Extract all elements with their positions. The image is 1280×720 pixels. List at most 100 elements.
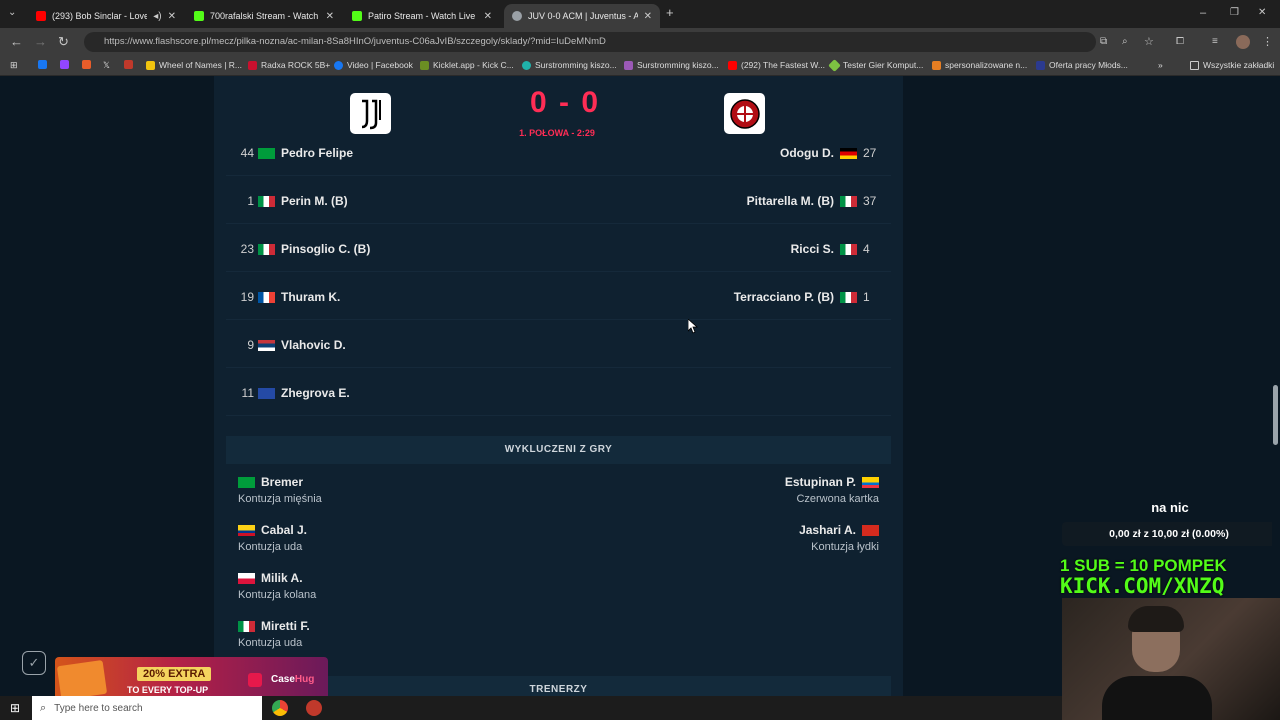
bookmark-5[interactable]: Surstromming kiszo... xyxy=(522,60,617,70)
player-number: 1 xyxy=(247,194,254,208)
home-player-row[interactable]: 9 Vlahovic D. xyxy=(238,338,345,352)
home-player-row[interactable]: 11 Zhegrova E. xyxy=(238,386,350,400)
chrome-icon[interactable] xyxy=(272,700,288,716)
flag-co-icon xyxy=(238,524,255,536)
close-icon[interactable]: ✕ xyxy=(326,11,334,22)
bookmark-2[interactable]: Radxa ROCK 5B+ xyxy=(248,60,330,70)
bookmark-label: spersonalizowane n... xyxy=(945,60,1028,70)
flag-fr-icon xyxy=(258,291,275,303)
home-player-row[interactable]: 44 Pedro Felipe xyxy=(238,146,353,160)
speaker-icon[interactable]: ◂) xyxy=(153,11,161,22)
tab-list-icon[interactable]: ⌄ xyxy=(8,6,16,20)
windows-start-icon[interactable]: ⊞ xyxy=(10,701,20,715)
bookmark-7[interactable]: (292) The Fastest W... xyxy=(728,60,825,70)
tab-active[interactable]: JUV 0-0 ACM | Juventus - AC M ✕ xyxy=(504,4,660,28)
minimize-icon[interactable]: – xyxy=(1200,6,1206,20)
bookmark-9[interactable]: spersonalizowane n... xyxy=(932,60,1027,70)
bookmark-8[interactable]: Tester Gier Komput... xyxy=(828,58,923,72)
excluded-away-player[interactable]: Estupinan P. Czerwona kartka xyxy=(785,475,879,505)
away-player-row[interactable]: Odogu D. 27 xyxy=(780,146,879,160)
avatar[interactable] xyxy=(1236,35,1250,49)
address-bar: ← → ↻ https://www.flashscore.pl/mecz/pil… xyxy=(0,28,1280,56)
forward-icon[interactable]: → xyxy=(34,35,47,49)
taskbar-search[interactable]: ⌕ Type here to search xyxy=(32,696,262,720)
bookmark-6[interactable]: Surstromming kiszo... xyxy=(624,60,719,70)
goal-title: na nic xyxy=(1151,500,1189,515)
injury-reason: Kontuzja łydki xyxy=(811,541,879,553)
player-name: Bremer xyxy=(261,475,304,489)
shield-check-icon[interactable]: ✓ xyxy=(22,651,46,675)
bookmark-label: Wszystkie zakładki xyxy=(1203,60,1275,70)
excluded-away-player[interactable]: Jashari A. Kontuzja łydki xyxy=(799,523,879,553)
facebook-bookmark[interactable] xyxy=(38,60,51,69)
close-icon[interactable]: ✕ xyxy=(644,11,652,22)
install-icon[interactable]: ⧉ xyxy=(1100,35,1107,49)
bookmark-label: Oferta pracy Młods... xyxy=(1049,60,1128,70)
home-player-row[interactable]: 1 Perin M. (B) xyxy=(238,194,347,208)
window-close-icon[interactable]: ✕ xyxy=(1258,6,1266,20)
apps-icon[interactable]: ⊞ xyxy=(10,60,18,71)
media-icon[interactable]: ≡ xyxy=(1212,35,1218,49)
home-player-row[interactable]: 23 Pinsoglio C. (B) xyxy=(238,242,371,256)
flag-pl-icon xyxy=(238,572,255,584)
zoom-icon[interactable]: ⌕ xyxy=(1122,35,1128,49)
extensions-icon[interactable]: ⧠ xyxy=(1176,35,1184,49)
player-name: Milik A. xyxy=(261,571,303,585)
kick-icon xyxy=(352,11,362,21)
excluded-name-line: Miretti F. xyxy=(238,619,310,633)
bookmark-label: (292) The Fastest W... xyxy=(741,60,825,70)
scrollbar-thumb[interactable] xyxy=(1273,385,1278,445)
excluded-home-player[interactable]: Milik A. Kontuzja kolana xyxy=(238,571,316,601)
x-bookmark[interactable]: 𝕏 xyxy=(103,60,110,71)
folder-icon xyxy=(1190,60,1199,70)
bookmark-4[interactable]: Kicklet.app - Kick C... xyxy=(420,60,514,70)
bookmark-icon-5[interactable] xyxy=(124,60,137,69)
menu-icon[interactable]: ⋮ xyxy=(1262,35,1273,49)
away-player-row[interactable]: Ricci S. 4 xyxy=(791,242,879,256)
player-number: 19 xyxy=(240,290,254,304)
bookmarks-folder[interactable]: Wszystkie zakładki xyxy=(1190,60,1274,70)
tab-1[interactable]: (293) Bob Sinclar - Love Ge ◂) ✕ xyxy=(28,4,184,28)
bookmark-label: Kicklet.app - Kick C... xyxy=(433,60,514,70)
restore-icon[interactable]: ❐ xyxy=(1230,6,1239,20)
flag-rs-icon xyxy=(258,339,275,351)
new-tab-icon[interactable]: + xyxy=(666,6,674,20)
player-number: 37 xyxy=(863,194,877,208)
x-icon: 𝕏 xyxy=(103,60,110,70)
player-name: Pittarella M. (B) xyxy=(746,194,834,208)
flag-xk-icon xyxy=(258,387,275,399)
player-number: 4 xyxy=(863,242,870,256)
tab-2[interactable]: 700rafalski Stream - Watch Live ✕ xyxy=(186,4,342,28)
player-number: 23 xyxy=(240,242,254,256)
away-player-row[interactable]: Pittarella M. (B) 37 xyxy=(747,194,879,208)
excluded-home-player[interactable]: Cabal J. Kontuzja uda xyxy=(238,523,307,553)
bookmark-icon-3[interactable] xyxy=(82,60,95,69)
close-icon[interactable]: ✕ xyxy=(484,11,492,22)
search-placeholder: Type here to search xyxy=(54,702,143,714)
twitch-bookmark[interactable] xyxy=(60,60,73,69)
url-field[interactable]: https://www.flashscore.pl/mecz/pilka-noz… xyxy=(84,32,1096,52)
bookmark-label: Video | Facebook xyxy=(347,60,413,70)
tab-3[interactable]: Patiro Stream - Watch Live on K ✕ xyxy=(344,4,500,28)
taskbar: ⊞ ⌕ Type here to search xyxy=(0,696,1062,720)
more-bookmarks-icon[interactable]: » xyxy=(1158,60,1163,70)
away-player-row[interactable]: Terracciano P. (B) 1 xyxy=(734,290,879,304)
bookmark-1[interactable]: Wheel of Names | R... xyxy=(146,60,242,70)
excluded-name-line: Jashari A. xyxy=(799,523,879,537)
excluded-home-player[interactable]: Bremer Kontuzja mięśnia xyxy=(238,475,322,505)
site-icon xyxy=(932,60,941,70)
player-name: Pinsoglio C. (B) xyxy=(281,242,371,256)
home-player-row[interactable]: 19 Thuram K. xyxy=(238,290,341,304)
close-icon[interactable]: ✕ xyxy=(168,11,176,22)
app-icon[interactable] xyxy=(306,700,322,716)
ad-brand-a: Case xyxy=(271,674,295,685)
reload-icon[interactable]: ↻ xyxy=(58,35,69,49)
bookmark-star-icon[interactable]: ☆ xyxy=(1144,35,1154,49)
excluded-home-player[interactable]: Miretti F. Kontuzja uda xyxy=(238,619,310,649)
channel-text: KICK.COM/XNZQ xyxy=(1060,574,1225,598)
bookmark-3[interactable]: Video | Facebook xyxy=(334,60,413,70)
flag-ch-icon xyxy=(862,524,879,536)
back-icon[interactable]: ← xyxy=(10,35,23,49)
bookmark-10[interactable]: Oferta pracy Młods... xyxy=(1036,60,1128,70)
flag-it-icon xyxy=(840,195,857,207)
